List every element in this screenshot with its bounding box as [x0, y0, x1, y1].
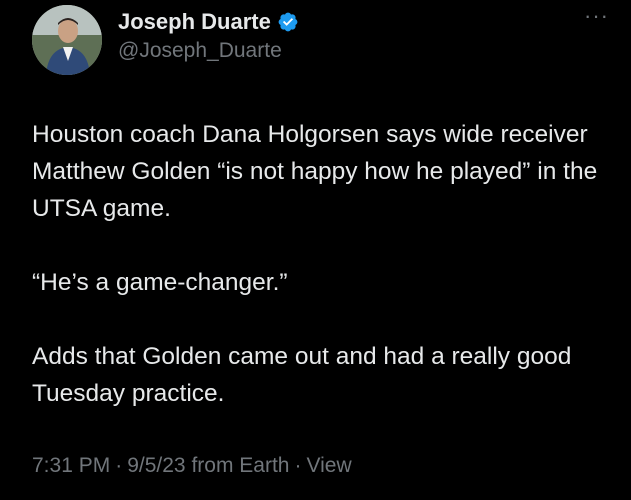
tweet-card: Joseph Duarte @Joseph_Duarte ··· Houston…	[0, 0, 631, 500]
avatar-photo	[32, 5, 102, 75]
tweet-text: Houston coach Dana Holgorsen says wide r…	[32, 116, 607, 412]
tweet-date: 9/5/23	[127, 454, 186, 477]
name-row: Joseph Duarte	[118, 8, 299, 36]
tweet-paragraph: “He’s a game-changer.”	[32, 269, 288, 296]
meta-separator: ·	[294, 454, 302, 477]
tweet-paragraph: Houston coach Dana Holgorsen says wide r…	[32, 121, 598, 222]
tweet-paragraph: Adds that Golden came out and had a real…	[32, 343, 572, 407]
display-name[interactable]: Joseph Duarte	[118, 8, 271, 36]
author-names: Joseph Duarte @Joseph_Duarte	[118, 8, 299, 64]
more-horizontal-icon[interactable]: ···	[584, 5, 609, 27]
tweet-meta: 7:31 PM · 9/5/23 from Earth · View	[32, 452, 352, 480]
author-handle[interactable]: @Joseph_Duarte	[118, 38, 299, 64]
verified-badge-icon	[277, 11, 299, 33]
view-link[interactable]: View	[306, 454, 351, 477]
meta-separator: ·	[115, 454, 123, 477]
tweet-timestamp[interactable]: 7:31 PM · 9/5/23	[32, 454, 186, 477]
avatar[interactable]	[32, 5, 102, 75]
tweet-time: 7:31 PM	[32, 454, 111, 477]
tweet-header: Joseph Duarte @Joseph_Duarte	[32, 4, 299, 76]
tweet-source: from Earth	[191, 454, 290, 477]
